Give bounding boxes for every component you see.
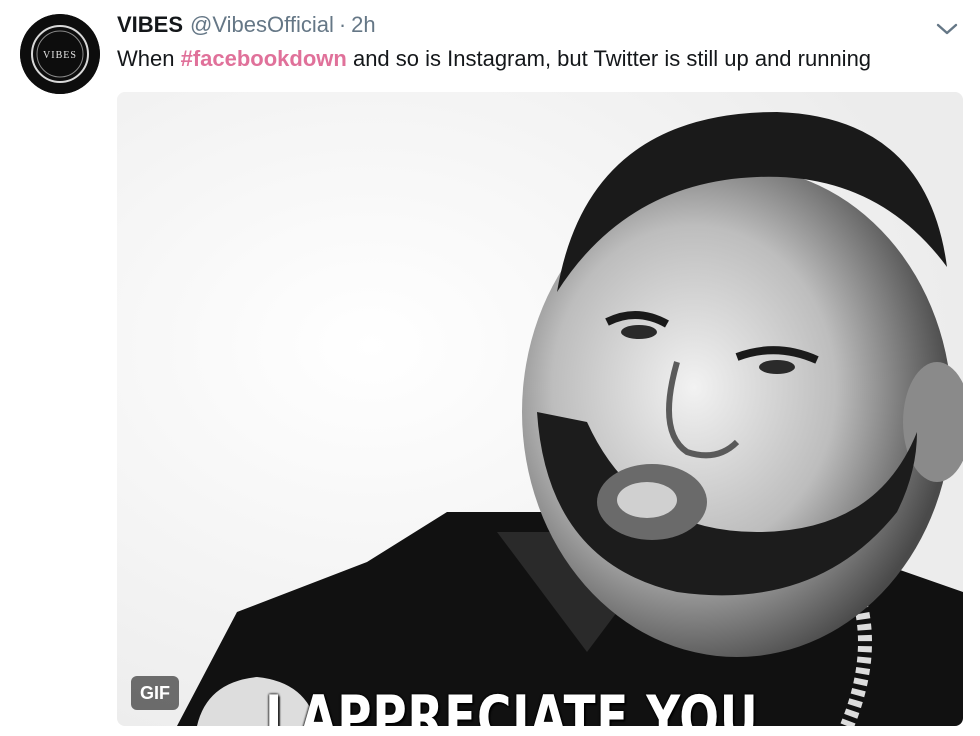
display-name[interactable]: VIBES [117, 12, 183, 38]
gif-media[interactable]: I APPRECIATE YOU GIF [117, 92, 963, 726]
gif-caption: I APPRECIATE YOU [265, 683, 759, 726]
tweet-text-start: When [117, 46, 181, 71]
chevron-down-icon [936, 23, 958, 35]
avatar[interactable]: VIBES [20, 14, 100, 94]
gif-image [117, 92, 963, 726]
user-handle[interactable]: @VibesOfficial [190, 12, 334, 38]
tweet-text-end: and so is Instagram, but Twitter is stil… [346, 46, 872, 71]
hashtag-link[interactable]: #facebookdown [181, 46, 347, 71]
gif-badge: GIF [131, 676, 179, 710]
tweet-text: When #facebookdown and so is Instagram, … [117, 44, 967, 74]
tweet-header: VIBES @VibesOfficial · 2h [117, 12, 376, 42]
timestamp[interactable]: 2h [351, 12, 375, 38]
tweet: VIBES VIBES @VibesOfficial · 2h When #fa… [0, 0, 980, 736]
tweet-menu-button[interactable] [932, 16, 962, 42]
avatar-logo-text: VIBES [43, 50, 77, 61]
separator-dot: · [338, 12, 347, 37]
